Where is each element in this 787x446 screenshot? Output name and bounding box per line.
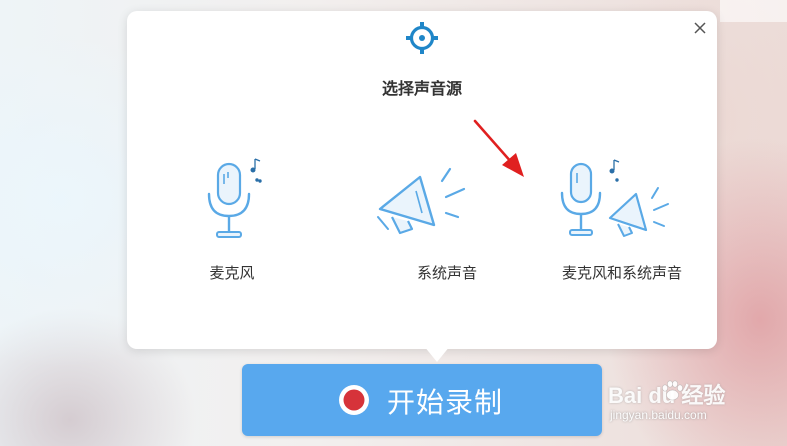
microphone-icon [207,158,262,238]
start-recording-label: 开始录制 [387,387,504,418]
speaker-icon [377,167,466,235]
gear-icon [406,22,438,54]
background-strip [720,0,787,22]
microphone-speaker-icon [560,159,669,237]
option-microphone-and-system-label: 麦克风和系统声音 [561,265,682,282]
start-recording-button[interactable]: 开始录制 [242,364,602,436]
red-arrow-annotation [473,119,524,177]
close-icon[interactable] [691,19,709,37]
option-microphone-and-system[interactable]: 麦克风和系统声音 [532,151,712,301]
dialog-pointer [424,346,450,362]
watermark-url: jingyan.baidu.com [610,408,707,422]
sound-source-dialog: 选择声音源 麦克风 系统声音 麦克风和系统声音 [127,11,717,349]
baidu-watermark: Bai du 经验 jingyan.baidu.com [608,378,778,430]
record-icon [339,385,369,415]
option-system-sound-label: 系统声音 [416,265,477,282]
option-microphone-label: 麦克风 [209,265,255,282]
dialog-title: 选择声音源 [381,81,462,98]
option-microphone[interactable]: 麦克风 [177,151,287,301]
paw-icon [662,380,683,401]
